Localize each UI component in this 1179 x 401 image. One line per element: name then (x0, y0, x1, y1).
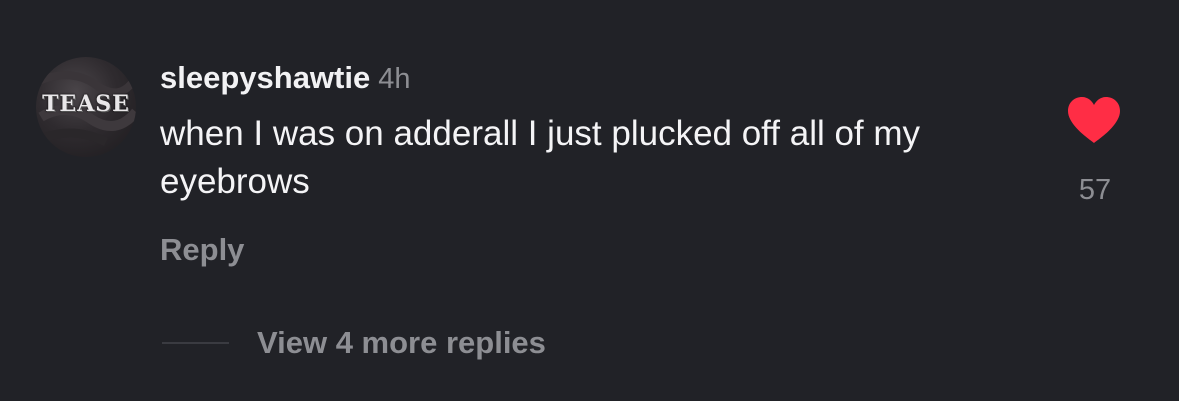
comment-header: sleepyshawtie 4h (160, 58, 410, 98)
heart-icon (1068, 97, 1120, 143)
avatar-logo-text: TEASE (42, 91, 130, 117)
timestamp: 4h (378, 63, 411, 95)
view-more-replies-button[interactable]: View 4 more replies (257, 323, 546, 363)
avatar[interactable]: TEASE (36, 57, 136, 157)
like-button[interactable] (1066, 96, 1122, 146)
comment-text: when I was on adderall I just plucked of… (160, 114, 921, 201)
username[interactable]: sleepyshawtie (160, 60, 370, 95)
comment-item: TEASE sleepyshawtie 4h when I was on adde… (0, 0, 1179, 401)
replies-divider (162, 342, 229, 344)
like-count: 57 (1078, 174, 1112, 206)
reply-button[interactable]: Reply (160, 230, 244, 270)
